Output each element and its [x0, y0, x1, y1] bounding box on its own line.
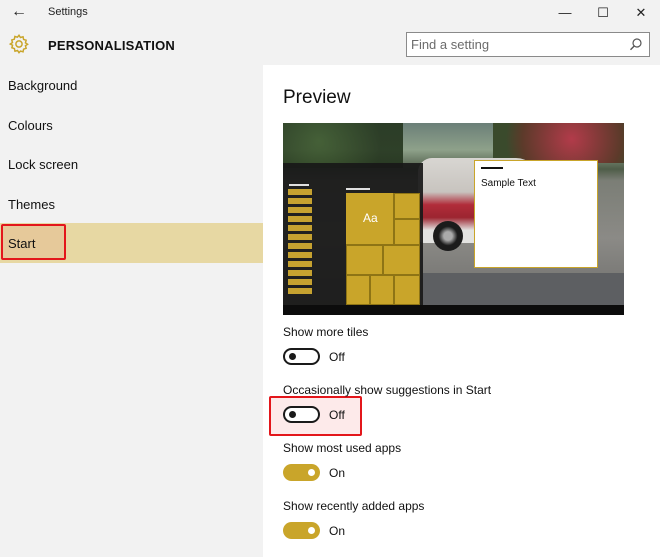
toggle-state-text: Off [329, 408, 345, 422]
toggle-more-tiles[interactable] [283, 348, 320, 365]
preview-tile [370, 275, 394, 305]
maximize-icon: ☐ [597, 5, 609, 20]
toggle-knob [308, 469, 315, 476]
preview-app-list [288, 189, 312, 297]
preview-line [346, 188, 370, 190]
sidebar-item-themes[interactable]: Themes [0, 184, 263, 224]
preview-tile [394, 275, 420, 305]
preview-tile [383, 245, 420, 275]
sidebar-item-lock-screen[interactable]: Lock screen [0, 144, 263, 184]
main-content: Preview Aa Sample Text Show more tiles O… [263, 65, 660, 557]
preview-tile [394, 193, 420, 219]
preview-taskbar [283, 305, 624, 315]
sidebar-item-background[interactable]: Background [0, 65, 263, 105]
section-title: PERSONALISATION [48, 38, 175, 53]
minimize-button[interactable]: — [548, 0, 582, 25]
sidebar-item-label: Start [8, 236, 36, 251]
sidebar: Background Colours Lock screen Themes St… [0, 65, 263, 557]
preview-tile [346, 275, 370, 305]
sidebar-item-colours[interactable]: Colours [0, 105, 263, 145]
close-button[interactable]: ✕ [624, 0, 658, 25]
minimize-icon: — [558, 5, 572, 20]
setting-label-recently-added: Show recently added apps [283, 499, 425, 513]
toggle-suggestions[interactable] [283, 406, 320, 423]
toggle-knob [289, 411, 296, 418]
preview-wheel [433, 221, 463, 251]
setting-label-suggestions: Occasionally show suggestions in Start [283, 383, 492, 397]
title-bar: ← Settings — ☐ ✕ [0, 0, 660, 25]
back-arrow-icon: ← [11, 3, 27, 20]
preview-tile [346, 245, 383, 275]
close-icon: ✕ [635, 5, 647, 20]
sidebar-item-label: Colours [8, 118, 53, 133]
preview-title: Preview [283, 87, 351, 108]
sidebar-item-label: Background [8, 78, 78, 93]
preview-tile [394, 219, 420, 245]
preview-window-titlebar [481, 167, 503, 169]
toggle-state-text: On [329, 524, 346, 538]
preview-foliage [283, 123, 403, 168]
back-button[interactable]: ← [8, 2, 30, 22]
toggle-state-text: Off [329, 350, 345, 364]
maximize-button[interactable]: ☐ [586, 0, 620, 25]
preview-tile-text: Aa [363, 211, 378, 225]
gear-icon [8, 34, 29, 54]
sidebar-item-start[interactable]: Start [0, 223, 263, 263]
toggle-most-used[interactable] [283, 464, 320, 481]
toggle-knob [289, 353, 296, 360]
toggle-recently-added[interactable] [283, 522, 320, 539]
window-title: Settings [48, 6, 88, 18]
toggle-knob [308, 527, 315, 534]
settings-header: PERSONALISATION [0, 25, 660, 65]
sidebar-item-label: Themes [8, 197, 55, 212]
preview-line [289, 184, 309, 186]
preview-window: Sample Text [474, 160, 598, 268]
preview-sample-text: Sample Text [481, 178, 536, 189]
toggle-state-text: On [329, 466, 346, 480]
search-input[interactable] [411, 35, 621, 54]
sidebar-item-label: Lock screen [8, 157, 79, 172]
search-icon[interactable] [629, 37, 643, 51]
preview-flowers [493, 123, 624, 163]
setting-label-most-used: Show most used apps [283, 441, 402, 455]
search-box[interactable] [406, 32, 650, 57]
start-preview-image: Aa Sample Text [283, 123, 624, 315]
setting-label-more-tiles: Show more tiles [283, 325, 369, 339]
